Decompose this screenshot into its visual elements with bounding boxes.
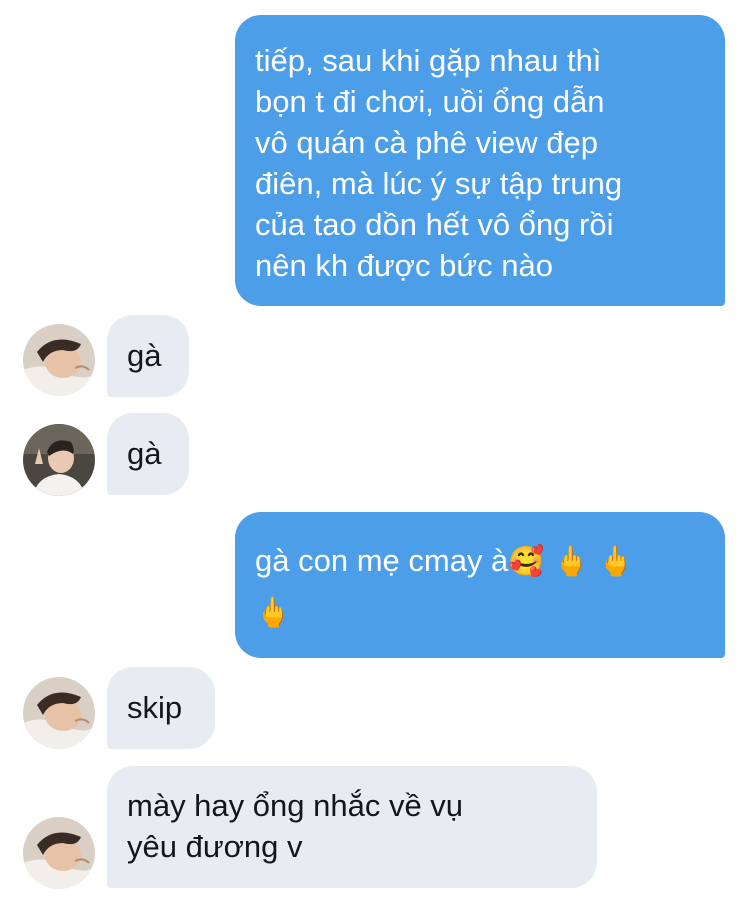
message-text: skip (127, 690, 183, 725)
middle-finger-emoji: 🖕 (255, 597, 292, 629)
message-line: yêu đương v (127, 829, 303, 864)
message-line: gà con mẹ cmay à🥰 🖕 🖕 (255, 540, 705, 583)
message-line: bọn t đi chơi, uồi ổng dẫn (255, 84, 605, 119)
message-line: tiếp, sau khi gặp nhau thì (255, 43, 602, 78)
message-line: nên kh được bức nào (255, 248, 553, 283)
smiling-face-with-hearts-emoji: 🥰 (508, 546, 545, 578)
middle-finger-emoji: 🖕 (597, 546, 634, 578)
message-text: gà (127, 436, 162, 471)
message-text: gà con mẹ cmay à (255, 543, 509, 578)
sent-message-bubble[interactable]: tiếp, sau khi gặp nhau thì bọn t đi chơi… (235, 15, 725, 306)
message-line: mày hay ổng nhắc về vụ (127, 788, 464, 823)
received-message-bubble[interactable]: gà (107, 413, 189, 495)
sent-message-bubble[interactable]: gà con mẹ cmay à🥰 🖕 🖕 🖕 (235, 512, 725, 658)
contact-avatar[interactable] (23, 324, 95, 396)
message-line: 🖕 (255, 591, 705, 634)
received-message-bubble[interactable]: gà (107, 315, 189, 397)
contact-avatar[interactable] (23, 677, 95, 749)
message-text: gà (127, 338, 162, 373)
message-line: vô quán cà phê view đẹp (255, 125, 598, 160)
contact-avatar[interactable] (23, 424, 95, 496)
middle-finger-emoji: 🖕 (553, 546, 590, 578)
received-message-bubble[interactable]: skip (107, 667, 215, 749)
received-message-bubble[interactable]: mày hay ổng nhắc về vụ yêu đương v (107, 766, 597, 888)
message-line: điên, mà lúc ý sự tập trung (255, 166, 623, 201)
message-line: của tao dồn hết vô ổng rồi (255, 207, 614, 242)
contact-avatar[interactable] (23, 817, 95, 889)
